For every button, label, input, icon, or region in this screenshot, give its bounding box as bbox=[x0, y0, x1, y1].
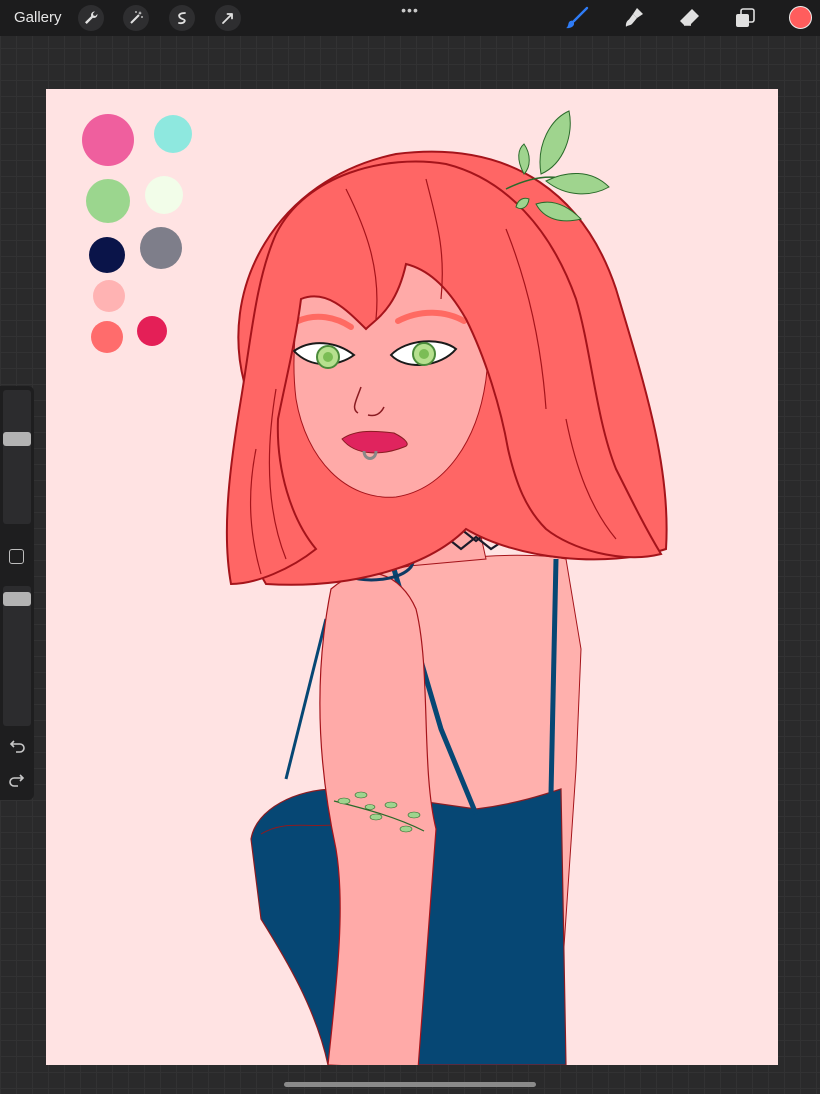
swatch-pink[interactable] bbox=[82, 114, 134, 166]
smudge-tool-button[interactable] bbox=[619, 4, 647, 32]
layers-button[interactable] bbox=[731, 4, 759, 32]
transform-button[interactable] bbox=[215, 5, 241, 31]
eraser-tool-button[interactable] bbox=[675, 4, 703, 32]
redo-button[interactable] bbox=[7, 770, 27, 790]
brush-size-thumb[interactable] bbox=[3, 432, 31, 446]
swatch-gray[interactable] bbox=[140, 227, 182, 269]
swatch-light-pink[interactable] bbox=[93, 280, 125, 312]
swatch-coral[interactable] bbox=[91, 321, 123, 353]
left-sidebar bbox=[0, 386, 34, 800]
swatch-crimson[interactable] bbox=[137, 316, 167, 346]
redo-icon bbox=[9, 774, 25, 787]
selection-button[interactable] bbox=[169, 5, 195, 31]
current-color-button[interactable] bbox=[789, 6, 812, 29]
opacity-slider[interactable] bbox=[3, 586, 31, 726]
swatch-cream[interactable] bbox=[145, 176, 183, 214]
undo-icon bbox=[9, 740, 25, 753]
swatch-green[interactable] bbox=[86, 179, 130, 223]
gallery-button[interactable]: Gallery bbox=[14, 9, 62, 26]
swatch-aqua[interactable] bbox=[154, 115, 192, 153]
drawing-canvas[interactable] bbox=[46, 89, 778, 1065]
modify-square-icon[interactable] bbox=[9, 549, 24, 564]
layers-icon bbox=[736, 8, 755, 27]
home-indicator[interactable] bbox=[284, 1082, 536, 1087]
actions-button[interactable] bbox=[78, 5, 104, 31]
wrench-icon bbox=[85, 11, 98, 24]
artwork bbox=[46, 89, 778, 1065]
undo-button[interactable] bbox=[7, 736, 27, 756]
brush-tool-button[interactable] bbox=[563, 4, 591, 32]
selection-icon bbox=[178, 12, 186, 25]
transform-arrow-icon bbox=[222, 13, 233, 24]
opacity-thumb[interactable] bbox=[3, 592, 31, 607]
brush-icon bbox=[566, 6, 589, 29]
smudge-icon bbox=[625, 8, 643, 27]
brush-size-slider[interactable] bbox=[3, 390, 31, 524]
magic-wand-icon bbox=[130, 11, 143, 24]
top-toolbar: Gallery ••• bbox=[0, 0, 820, 36]
adjustments-button[interactable] bbox=[123, 5, 149, 31]
eraser-icon bbox=[680, 9, 699, 26]
swatch-navy[interactable] bbox=[89, 237, 125, 273]
more-options-button[interactable]: ••• bbox=[399, 2, 421, 18]
